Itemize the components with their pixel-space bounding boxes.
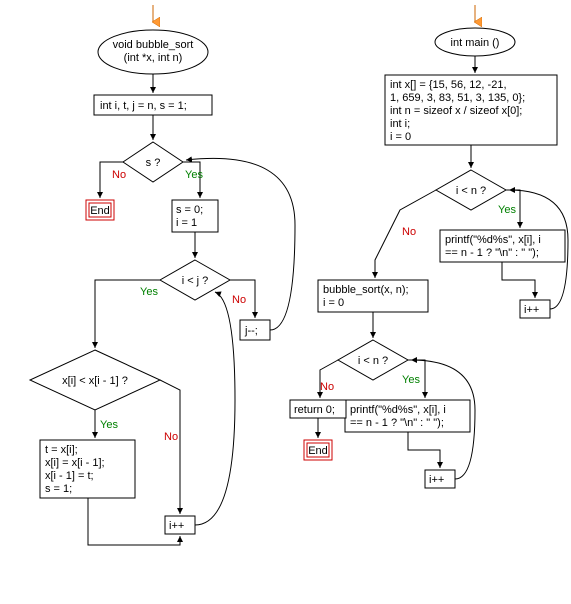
no-label-1: No — [112, 169, 126, 181]
main-decision1-text: i < n ? — [456, 185, 486, 197]
start-title1: void bubble_sort — [113, 39, 194, 51]
printf2-l2: == n - 1 ? "\n" : " "); — [350, 417, 444, 429]
bubble-sort-flowchart: void bubble_sort (int *x, int n) int i, … — [30, 5, 295, 545]
flowchart-diagram: void bubble_sort (int *x, int n) int i, … — [0, 0, 571, 604]
decision-s-text: s ? — [146, 157, 161, 169]
main-end-text: End — [308, 445, 328, 457]
main-no-2: No — [320, 381, 334, 393]
main-init-l3: int n = sizeof x / sizeof x[0]; — [390, 105, 522, 117]
call-l2: i = 0 — [323, 297, 344, 309]
end-text: End — [90, 205, 110, 217]
decision-compare-text: x[i] < x[i - 1] ? — [62, 375, 128, 387]
swap-l4: s = 1; — [45, 483, 72, 495]
main-init-l1: int x[] = {15, 56, 12, -21, — [390, 79, 507, 91]
main-yes-1: Yes — [498, 204, 516, 216]
printf1-l2: == n - 1 ? "\n" : " "); — [445, 247, 539, 259]
inc-i1-text: i++ — [524, 304, 539, 316]
return-text: return 0; — [294, 404, 335, 416]
inc-i2-text: i++ — [429, 474, 444, 486]
main-init-l5: i = 0 — [390, 131, 411, 143]
init-text: int i, t, j = n, s = 1; — [100, 100, 187, 112]
swap-l1: t = x[i]; — [45, 444, 78, 456]
main-title: int main () — [451, 37, 500, 49]
reset-l2: i = 1 — [176, 217, 197, 229]
printf1-l1: printf("%d%s", x[i], i — [445, 234, 541, 246]
decision-ij-text: i < j ? — [182, 275, 209, 287]
yes-label-3: Yes — [100, 419, 118, 431]
main-decision2-text: i < n ? — [358, 355, 388, 367]
main-init-l2: 1, 659, 3, 83, 51, 3, 135, 0}; — [390, 92, 525, 104]
decrement-j-text: j--; — [244, 325, 258, 337]
call-l1: bubble_sort(x, n); — [323, 284, 409, 296]
increment-i-text: i++ — [169, 520, 184, 532]
swap-l2: x[i] = x[i - 1]; — [45, 457, 105, 469]
no-label-2: No — [232, 294, 246, 306]
main-yes-2: Yes — [402, 374, 420, 386]
yes-label-2: Yes — [140, 286, 158, 298]
swap-l3: x[i - 1] = t; — [45, 470, 94, 482]
main-flowchart: int main () int x[] = {15, 56, 12, -21, … — [290, 5, 568, 488]
reset-l1: s = 0; — [176, 204, 203, 216]
main-no-1: No — [402, 226, 416, 238]
yes-label-1: Yes — [185, 169, 203, 181]
no-label-3: No — [164, 431, 178, 443]
start-title2: (int *x, int n) — [124, 52, 183, 64]
main-init-l4: int i; — [390, 118, 410, 130]
printf2-l1: printf("%d%s", x[i], i — [350, 404, 446, 416]
